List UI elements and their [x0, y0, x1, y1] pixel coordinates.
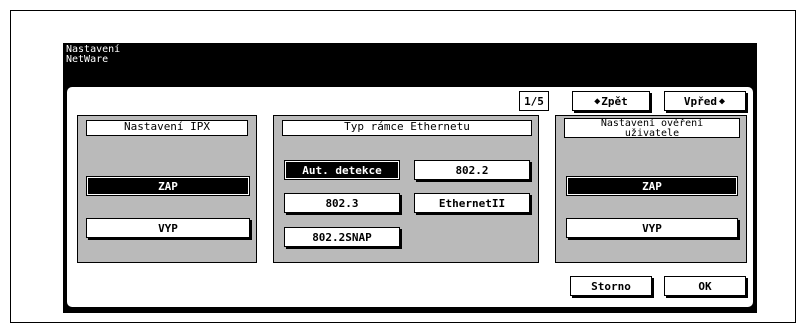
screen-title: Nastavení NetWare: [66, 45, 120, 65]
auth-section: Nastavení ověření uživatele ZAP VYP: [555, 115, 747, 263]
frame-802-2-button[interactable]: 802.2: [414, 160, 530, 180]
back-button[interactable]: ◆ Zpět: [572, 91, 650, 111]
ipx-heading: Nastavení IPX: [86, 120, 248, 136]
title-line-2: NetWare: [66, 54, 109, 65]
auth-heading-line-2: uživatele: [624, 128, 680, 139]
frame-ethernet-ii-button[interactable]: EthernetII: [414, 193, 530, 213]
frame-802-3-button[interactable]: 802.3: [284, 193, 400, 213]
ok-button[interactable]: OK: [664, 276, 746, 296]
next-label: Vpřed: [683, 94, 718, 108]
ipx-section: Nastavení IPX ZAP VYP: [77, 115, 257, 263]
frame-802-2-snap-button[interactable]: 802.2SNAP: [284, 227, 400, 247]
back-label: Zpět: [601, 94, 628, 108]
frame-type-heading: Typ rámce Ethernetu: [282, 120, 532, 136]
auth-heading: Nastavení ověření uživatele: [564, 118, 740, 139]
ipx-off-button[interactable]: VYP: [86, 218, 250, 238]
frame-auto-detect-button[interactable]: Aut. detekce: [284, 160, 400, 180]
ipx-on-button[interactable]: ZAP: [86, 176, 250, 196]
auth-on-button[interactable]: ZAP: [566, 176, 738, 196]
device-screen: Nastavení NetWare 1/5 ◆ Zpět Vpřed ◆ Nasta…: [63, 43, 757, 313]
cancel-button[interactable]: Storno: [570, 276, 652, 296]
arrow-right-icon: ◆: [719, 95, 726, 107]
settings-panel: 1/5 ◆ Zpět Vpřed ◆ Nastavení IPX ZAP VYP T…: [66, 86, 754, 308]
page-counter: 1/5: [519, 91, 549, 111]
next-button[interactable]: Vpřed ◆: [664, 91, 746, 111]
arrow-left-icon: ◆: [594, 95, 601, 107]
auth-off-button[interactable]: VYP: [566, 218, 738, 238]
frame-type-section: Typ rámce Ethernetu Aut. detekce 802.2 8…: [273, 115, 539, 263]
